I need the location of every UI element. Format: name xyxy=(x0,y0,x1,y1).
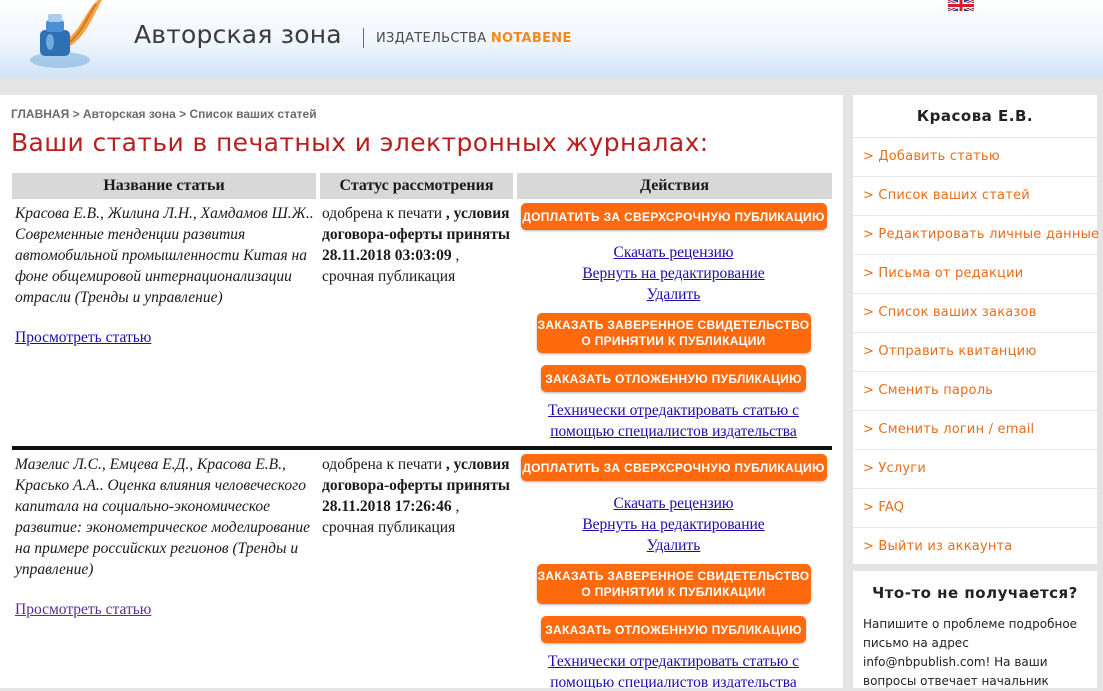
status-text: одобрена к печати , условия договора-офе… xyxy=(322,454,513,538)
column-header-actions: Действия xyxy=(515,173,832,199)
delete-link[interactable]: Удалить xyxy=(515,535,832,556)
table-header-row: Название статьи Статус рассмотрения Дейс… xyxy=(12,173,832,199)
breadcrumb-current: Список ваших статей xyxy=(189,107,317,121)
technical-edit-link[interactable]: Технически отредактировать статью с помо… xyxy=(515,400,832,442)
sidebar-item-services[interactable]: > Услуги xyxy=(853,450,1097,489)
breadcrumb-separator: > xyxy=(72,107,80,121)
actions-cell: ДОПЛАТИТЬ ЗА СВЕРХСРОЧНУЮ ПУБЛИКАЦИЮ Ска… xyxy=(515,450,832,688)
article-title: Красова Е.В., Жилина Л.Н., Хамдамов Ш.Ж.… xyxy=(15,205,314,306)
status-cell: одобрена к печати , условия договора-офе… xyxy=(318,450,515,688)
breadcrumb: ГЛАВНАЯ > Авторская зона > Список ваших … xyxy=(11,107,317,121)
sidebar-item-edit-profile[interactable]: > Редактировать личные данные xyxy=(853,216,1099,255)
table-row: Мазелис Л.С., Емцева Е.Д., Красова Е.В.,… xyxy=(12,450,832,688)
sidebar-item-faq[interactable]: > FAQ xyxy=(853,489,1097,528)
order-certificate-button[interactable]: ЗАКАЗАТЬ ЗАВЕРЕННОЕ СВИДЕТЕЛЬСТВО О ПРИН… xyxy=(536,313,811,353)
view-article-link[interactable]: Просмотреть статью xyxy=(15,327,151,348)
status-cell: одобрена к печати , условия договора-офе… xyxy=(318,199,515,448)
publisher-label: ИЗДАТЕЛЬСТВА NOTABENE xyxy=(376,31,572,46)
status-approved: одобрена к печати xyxy=(322,205,443,222)
breadcrumb-zone[interactable]: Авторская зона xyxy=(83,107,176,121)
return-to-editing-link[interactable]: Вернуть на редактирование xyxy=(515,263,832,284)
column-header-title: Название статьи xyxy=(12,173,320,199)
articles-table: Название статьи Статус рассмотрения Дейс… xyxy=(12,173,832,688)
sidebar-item-send-receipt[interactable]: > Отправить квитанцию xyxy=(853,333,1097,372)
publisher-prefix: ИЗДАТЕЛЬСТВА xyxy=(376,31,487,46)
sidebar-item-articles-list[interactable]: > Список ваших статей xyxy=(853,177,1097,216)
main-content: ГЛАВНАЯ > Авторская зона > Список ваших … xyxy=(0,95,843,688)
order-deferred-publication-button[interactable]: ЗАКАЗАТЬ ОТЛОЖЕННУЮ ПУБЛИКАЦИЮ xyxy=(541,365,806,392)
header-divider xyxy=(363,28,364,48)
brand-title: Авторская зона xyxy=(134,20,342,49)
help-title: Что-то не получается? xyxy=(872,584,1078,602)
breadcrumb-separator: > xyxy=(179,107,187,121)
order-certificate-button[interactable]: ЗАКАЗАТЬ ЗАВЕРЕННОЕ СВИДЕТЕЛЬСТВО О ПРИН… xyxy=(536,564,811,604)
status-approved: одобрена к печати xyxy=(322,456,443,473)
order-certificate-label-2: О ПРИНЯТИИ К ПУБЛИКАЦИИ xyxy=(581,585,766,599)
order-certificate-label-1: ЗАКАЗАТЬ ЗАВЕРЕННОЕ СВИДЕТЕЛЬСТВО xyxy=(537,569,810,583)
inkwell-quill-logo-icon[interactable] xyxy=(26,0,106,70)
pay-urgent-publication-button[interactable]: ДОПЛАТИТЬ ЗА СВЕРХСРОЧНУЮ ПУБЛИКАЦИЮ xyxy=(520,454,827,481)
download-review-link[interactable]: Скачать рецензию xyxy=(515,242,832,263)
help-box: Что-то не получается? Напишите о проблем… xyxy=(853,571,1097,688)
table-row: Красова Е.В., Жилина Л.Н., Хамдамов Ш.Ж.… xyxy=(12,199,832,448)
order-certificate-label-2: О ПРИНЯТИИ К ПУБЛИКАЦИИ xyxy=(581,334,766,348)
article-title-cell: Красова Е.В., Жилина Л.Н., Хамдамов Ш.Ж.… xyxy=(12,199,318,448)
help-text: Напишите о проблеме подробное письмо на … xyxy=(863,617,1078,688)
site-header: Авторская зона ИЗДАТЕЛЬСТВА NOTABENE xyxy=(0,0,1103,78)
sidebar-item-logout[interactable]: > Выйти из аккаунта xyxy=(853,528,1097,566)
sidebar-item-editor-letters[interactable]: > Письма от редакции xyxy=(853,255,1097,294)
uk-flag-icon[interactable] xyxy=(948,0,974,11)
column-header-status: Статус рассмотрения xyxy=(318,173,517,199)
status-text: одобрена к печати , условия договора-офе… xyxy=(322,203,513,287)
order-deferred-publication-button[interactable]: ЗАКАЗАТЬ ОТЛОЖЕННУЮ ПУБЛИКАЦИЮ xyxy=(541,616,806,643)
sidebar-item-add-article[interactable]: > Добавить статью xyxy=(853,138,1097,177)
actions-cell: ДОПЛАТИТЬ ЗА СВЕРХСРОЧНУЮ ПУБЛИКАЦИЮ Ска… xyxy=(515,199,832,448)
pay-urgent-publication-button[interactable]: ДОПЛАТИТЬ ЗА СВЕРХСРОЧНУЮ ПУБЛИКАЦИЮ xyxy=(520,203,827,230)
sidebar-item-orders-list[interactable]: > Список ваших заказов xyxy=(853,294,1097,333)
article-title-cell: Мазелис Л.С., Емцева Е.Д., Красова Е.В.,… xyxy=(12,450,318,688)
delete-link[interactable]: Удалить xyxy=(515,284,832,305)
view-article-link[interactable]: Просмотреть статью xyxy=(15,599,151,620)
page-title: Ваши статьи в печатных и электронных жур… xyxy=(11,128,709,157)
publisher-name: NOTABENE xyxy=(490,31,572,46)
user-name: Красова Е.В. xyxy=(853,95,1097,138)
account-sidebar: Красова Е.В. > Добавить статью > Список … xyxy=(853,95,1099,566)
sidebar-item-change-password[interactable]: > Сменить пароль xyxy=(853,372,1097,411)
return-to-editing-link[interactable]: Вернуть на редактирование xyxy=(515,514,832,535)
sidebar-item-change-login[interactable]: > Сменить логин / email xyxy=(853,411,1097,450)
article-title: Мазелис Л.С., Емцева Е.Д., Красова Е.В.,… xyxy=(15,456,311,578)
order-certificate-label-1: ЗАКАЗАТЬ ЗАВЕРЕННОЕ СВИДЕТЕЛЬСТВО xyxy=(537,318,810,332)
breadcrumb-home[interactable]: ГЛАВНАЯ xyxy=(11,107,69,121)
technical-edit-link[interactable]: Технически отредактировать статью с помо… xyxy=(515,651,832,688)
download-review-link[interactable]: Скачать рецензию xyxy=(515,493,832,514)
